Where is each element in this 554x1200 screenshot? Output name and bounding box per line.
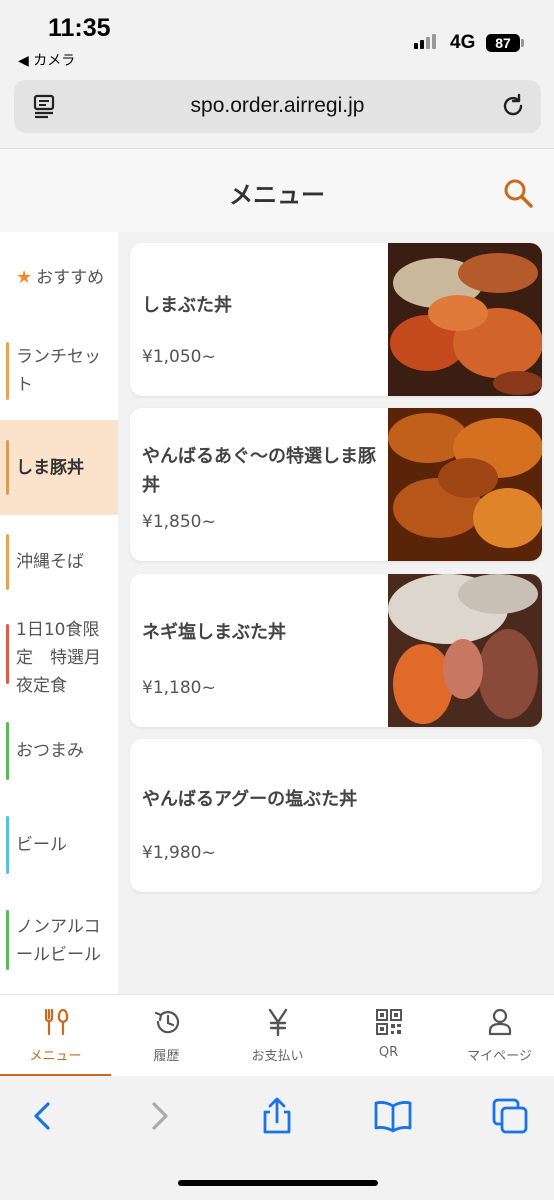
category-label: ノンアルコールビール bbox=[16, 917, 101, 965]
yen-icon bbox=[268, 1008, 288, 1037]
category-label: おつまみ bbox=[16, 741, 84, 761]
address-bar[interactable]: spo.order.airregi.jp bbox=[14, 80, 541, 133]
category-label: ビール bbox=[16, 835, 67, 855]
category-accent-bar bbox=[6, 722, 9, 780]
tab-my-page[interactable]: マイページ bbox=[444, 995, 554, 1077]
category-label: おすすめ bbox=[36, 268, 105, 288]
category-accent-bar bbox=[6, 624, 9, 684]
tab-label: 履歴 bbox=[153, 1049, 180, 1064]
history-icon bbox=[154, 1011, 180, 1034]
url-text[interactable]: spo.order.airregi.jp bbox=[14, 94, 541, 118]
category-item-recommended[interactable]: ★ おすすめ bbox=[0, 248, 118, 308]
menu-item-card[interactable]: しまぶた丼 ¥1,050~ bbox=[130, 243, 542, 396]
menu-item-photo bbox=[388, 408, 542, 561]
network-type: 4G bbox=[450, 32, 476, 53]
category-item-lunch-set[interactable]: ランチセット bbox=[0, 338, 118, 404]
share-icon[interactable] bbox=[257, 1096, 297, 1136]
category-item-non-alcohol-beer[interactable]: ノンアルコールビール bbox=[0, 908, 118, 974]
menu-item-price: ¥1,980~ bbox=[142, 843, 216, 863]
menu-item-card[interactable]: やんばるあぐ〜の特選しま豚丼 ¥1,850~ bbox=[130, 408, 542, 561]
category-sidebar: ★ おすすめ ランチセット しま豚丼 沖縄そば 1日10食限定 特選月夜定食 お… bbox=[0, 232, 118, 994]
tab-qr[interactable]: QR bbox=[333, 995, 444, 1077]
reload-icon[interactable] bbox=[499, 92, 527, 120]
search-icon[interactable] bbox=[502, 177, 534, 209]
menu-item-photo bbox=[388, 574, 542, 727]
person-icon bbox=[488, 1008, 512, 1036]
menu-item-price: ¥1,850~ bbox=[142, 512, 216, 532]
battery-icon: 87 bbox=[486, 34, 520, 52]
forward-arrow-icon[interactable] bbox=[140, 1096, 180, 1136]
tab-label: メニュー bbox=[29, 1049, 82, 1064]
back-arrow-icon[interactable] bbox=[22, 1096, 62, 1136]
status-bar: 11:35 ◀ カメラ 4G 87 bbox=[0, 0, 554, 74]
category-label: 1日10食限定 特選月夜定食 bbox=[16, 620, 101, 696]
category-item-okinawa-soba[interactable]: 沖縄そば bbox=[0, 532, 118, 592]
category-item-shima-buta-don[interactable]: しま豚丼 bbox=[0, 420, 118, 515]
tab-label: マイページ bbox=[467, 1049, 532, 1064]
category-accent-bar bbox=[6, 816, 9, 874]
battery-tip bbox=[521, 39, 524, 47]
category-item-snacks[interactable]: おつまみ bbox=[0, 722, 118, 780]
status-time: 11:35 bbox=[48, 14, 111, 42]
category-accent-bar bbox=[6, 910, 9, 970]
tab-label: QR bbox=[378, 1045, 399, 1060]
qr-code-icon bbox=[376, 1009, 402, 1035]
menu-item-name: ネギ塩しまぶた丼 bbox=[142, 622, 286, 643]
back-to-app-link[interactable]: ◀ カメラ bbox=[18, 50, 75, 70]
tab-payment[interactable]: お支払い bbox=[222, 995, 333, 1077]
menu-item-name: しまぶた丼 bbox=[142, 295, 232, 316]
category-item-beer[interactable]: ビール bbox=[0, 816, 118, 874]
page-title: メニュー bbox=[229, 181, 325, 209]
tabs-icon[interactable] bbox=[490, 1096, 530, 1136]
category-item-limited-set[interactable]: 1日10食限定 特選月夜定食 bbox=[0, 616, 118, 700]
category-label: 沖縄そば bbox=[16, 552, 84, 572]
home-indicator[interactable] bbox=[178, 1180, 378, 1186]
menu-item-name: やんばるアグーの塩ぶた丼 bbox=[142, 789, 358, 810]
bookmarks-icon[interactable] bbox=[373, 1096, 413, 1136]
category-accent-bar bbox=[6, 440, 9, 495]
tab-label: お支払い bbox=[251, 1049, 304, 1064]
fork-knife-icon bbox=[44, 1008, 69, 1036]
menu-item-card[interactable]: ネギ塩しまぶた丼 ¥1,180~ bbox=[130, 574, 542, 727]
category-accent-bar bbox=[6, 534, 9, 590]
category-label: しま豚丼 bbox=[16, 457, 84, 478]
tab-history[interactable]: 履歴 bbox=[111, 995, 222, 1077]
menu-item-card[interactable]: やんばるアグーの塩ぶた丼 ¥1,980~ bbox=[130, 739, 542, 892]
menu-item-price: ¥1,050~ bbox=[142, 347, 216, 367]
tab-menu[interactable]: メニュー bbox=[0, 995, 111, 1077]
menu-item-name: やんばるあぐ〜の特選しま豚丼 bbox=[142, 446, 376, 496]
menu-item-list: しまぶた丼 ¥1,050~ やんばるあぐ〜の特選しま豚丼 ¥1,850~ ネギ塩… bbox=[118, 232, 554, 994]
menu-item-price: ¥1,180~ bbox=[142, 678, 216, 698]
menu-item-photo bbox=[388, 243, 542, 396]
category-label: ランチセット bbox=[16, 347, 101, 395]
signal-icon bbox=[414, 34, 436, 49]
app-header: メニュー bbox=[0, 148, 554, 232]
star-icon: ★ bbox=[16, 267, 33, 288]
category-accent-bar bbox=[6, 342, 9, 400]
bottom-tab-bar: メニュー 履歴 お支払い QR マイページ bbox=[0, 994, 554, 1077]
